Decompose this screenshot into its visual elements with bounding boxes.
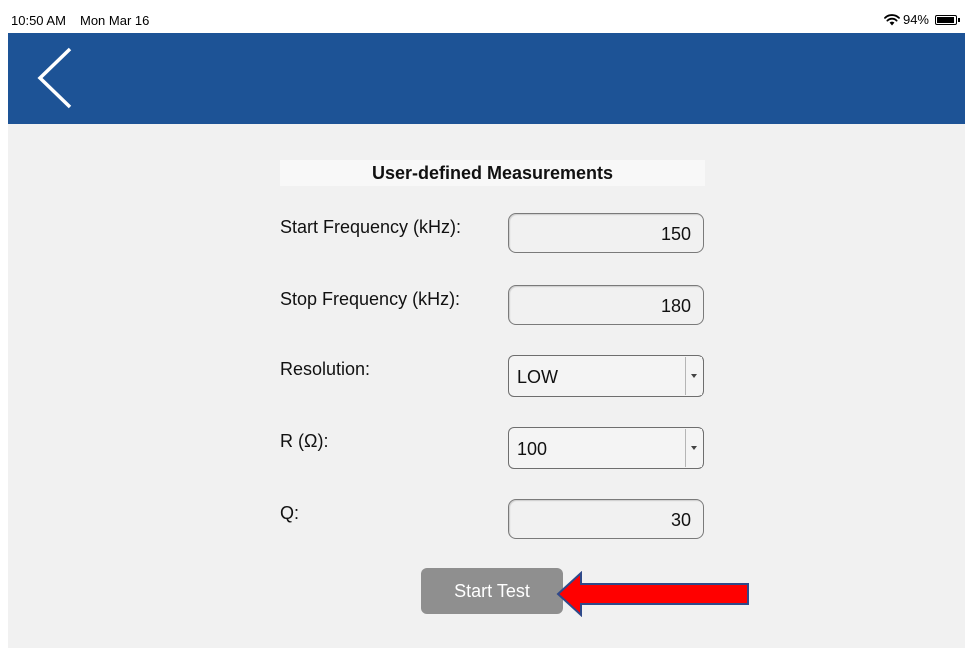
resolution-value: LOW — [517, 367, 559, 387]
status-bar: 10:50 AM Mon Mar 16 94% — [0, 0, 965, 33]
q-input[interactable]: 30 — [508, 499, 704, 539]
stop-frequency-value: 180 — [660, 296, 691, 316]
back-button[interactable] — [36, 47, 76, 109]
battery-icon — [935, 14, 960, 25]
status-time: 10:50 AM — [11, 13, 66, 28]
r-value: 100 — [517, 439, 548, 459]
r-select[interactable]: 100 — [508, 427, 704, 469]
wifi-icon — [884, 13, 900, 26]
section-title: User-defined Measurements — [280, 160, 705, 186]
status-indicators: 94% — [884, 12, 960, 27]
battery-percent: 94% — [902, 12, 929, 27]
r-label: R (Ω): — [280, 431, 329, 451]
start-frequency-label: Start Frequency (kHz): — [280, 217, 462, 237]
start-frequency-value: 150 — [660, 224, 691, 244]
resolution-label: Resolution: — [280, 359, 371, 379]
start-frequency-input[interactable]: 150 — [508, 213, 704, 253]
resolution-select[interactable]: LOW — [508, 355, 704, 397]
status-date: Mon Mar 16 — [80, 13, 150, 28]
q-label: Q: — [280, 503, 300, 523]
start-test-button[interactable]: Start Test — [421, 568, 563, 614]
q-value: 30 — [670, 510, 691, 530]
red-arrow-left-icon — [556, 571, 749, 617]
chevron-down-icon — [685, 429, 702, 467]
stop-frequency-input[interactable]: 180 — [508, 285, 704, 325]
main-content: User-defined Measurements Start Frequenc… — [8, 124, 965, 648]
nav-bar — [8, 33, 965, 124]
chevron-left-icon — [37, 47, 72, 109]
stop-frequency-label: Stop Frequency (kHz): — [280, 289, 461, 309]
chevron-down-icon — [685, 357, 702, 395]
